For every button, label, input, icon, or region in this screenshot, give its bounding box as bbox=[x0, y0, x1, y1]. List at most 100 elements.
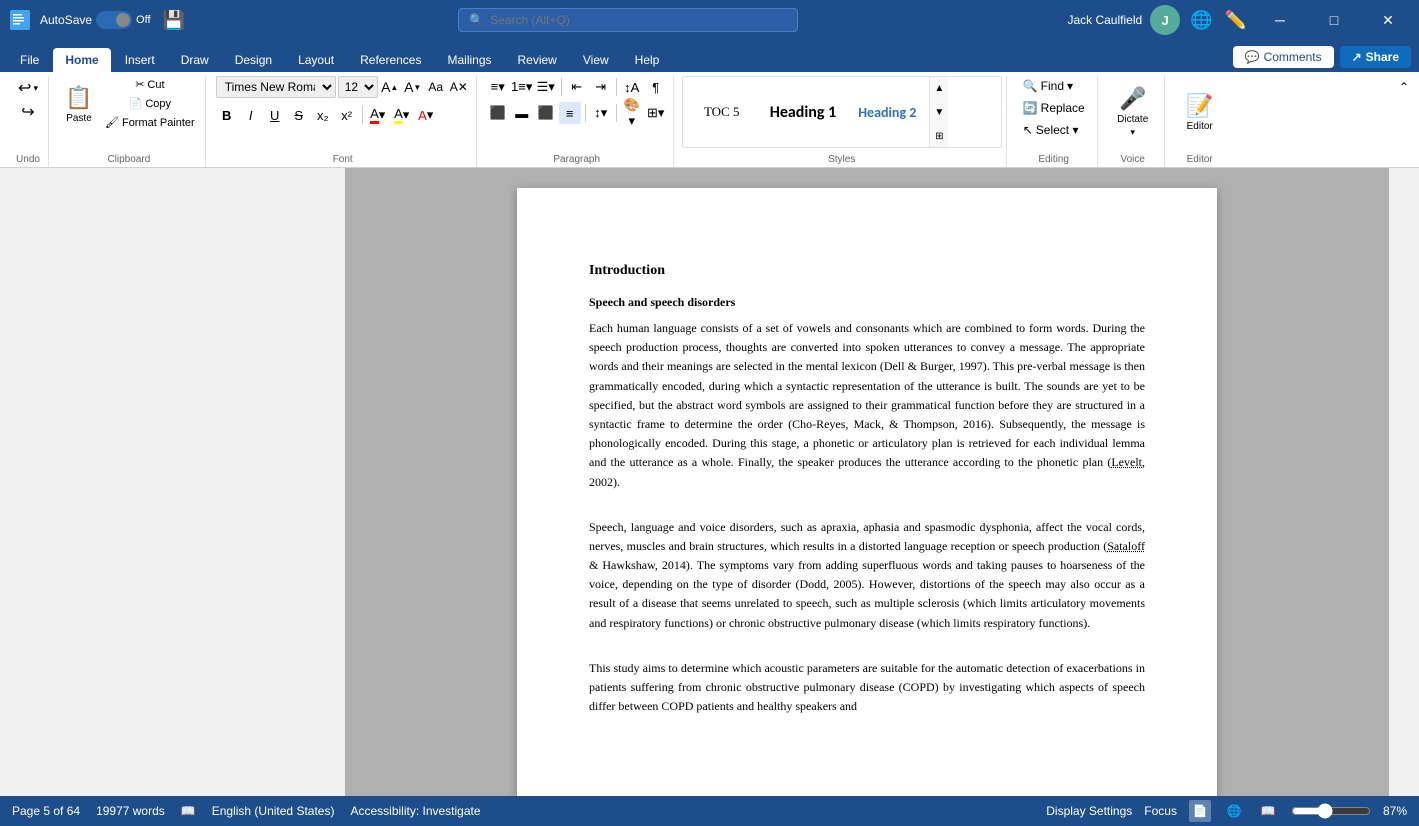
font-decrease-button[interactable]: A▼ bbox=[402, 76, 424, 98]
styles-group-label: Styles bbox=[682, 152, 1002, 167]
tab-mailings[interactable]: Mailings bbox=[435, 48, 503, 72]
dictate-button[interactable]: 🎤 Dictate ▾ bbox=[1108, 84, 1158, 140]
style-scroll-up[interactable]: ▲ bbox=[930, 76, 948, 100]
format-painter-button[interactable]: 🖌 Format Painter bbox=[101, 114, 199, 131]
tab-design[interactable]: Design bbox=[223, 48, 284, 72]
tab-review[interactable]: Review bbox=[506, 48, 569, 72]
clipboard-group-label: Clipboard bbox=[59, 152, 199, 167]
search-box[interactable]: 🔍 bbox=[458, 8, 798, 32]
numbering-button[interactable]: 1≡▾ bbox=[511, 76, 533, 98]
strikethrough-button[interactable]: S bbox=[288, 104, 310, 126]
doc-paragraph-2: Speech, language and voice disorders, su… bbox=[589, 518, 1145, 633]
focus-button[interactable]: Focus bbox=[1144, 804, 1177, 818]
borders-button[interactable]: ⊞▾ bbox=[645, 102, 667, 124]
font-group-label: Font bbox=[216, 152, 470, 167]
styles-group: TOC 5 Heading 1 Heading 2 ▲ ▼ ⊞ Styles bbox=[678, 76, 1007, 167]
align-right-button[interactable]: ⬛ bbox=[535, 102, 557, 124]
user-avatar[interactable]: J bbox=[1150, 5, 1180, 35]
web-layout-view-button[interactable]: 🌐 bbox=[1223, 800, 1245, 822]
left-panel bbox=[0, 168, 345, 796]
show-hide-button[interactable]: ¶ bbox=[645, 76, 667, 98]
pen-icon[interactable]: ✏️ bbox=[1223, 10, 1249, 31]
close-button[interactable]: ✕ bbox=[1365, 0, 1411, 40]
style-scroll-down[interactable]: ▼ bbox=[930, 100, 948, 124]
font-name-select[interactable]: Times New Roman Calibri Arial bbox=[216, 76, 336, 98]
style-expand[interactable]: ⊞ bbox=[930, 124, 948, 148]
font-increase-button[interactable]: A▲ bbox=[379, 76, 401, 98]
style-heading2[interactable]: Heading 2 bbox=[849, 82, 925, 142]
sort-button[interactable]: ↕A bbox=[621, 76, 643, 98]
doc-paragraph-3: This study aims to determine which acous… bbox=[589, 659, 1145, 717]
align-center-button[interactable]: ▬ bbox=[511, 102, 533, 124]
text-color-button[interactable]: A▾ bbox=[415, 104, 437, 126]
shading-button[interactable]: 🎨▾ bbox=[621, 102, 643, 124]
style-heading1[interactable]: Heading 1 bbox=[761, 82, 845, 142]
style-toc5[interactable]: TOC 5 bbox=[687, 82, 757, 142]
change-case-button[interactable]: Aa bbox=[425, 76, 447, 98]
collapse-ribbon-button[interactable]: ⌃ bbox=[1397, 76, 1411, 98]
language: English (United States) bbox=[212, 804, 335, 818]
undo-group: ↩ ▾ ↪ Undo bbox=[8, 76, 49, 167]
tab-layout[interactable]: Layout bbox=[286, 48, 346, 72]
font-group: Times New Roman Calibri Arial 1210111416… bbox=[210, 76, 477, 167]
decrease-indent-button[interactable]: ⇤ bbox=[566, 76, 588, 98]
italic-button[interactable]: I bbox=[240, 104, 262, 126]
copy-button[interactable]: 📄 Copy bbox=[101, 95, 199, 112]
minimize-button[interactable]: ─ bbox=[1257, 0, 1303, 40]
status-bar: Page 5 of 64 19977 words 📖 English (Unit… bbox=[0, 796, 1419, 826]
tab-insert[interactable]: Insert bbox=[113, 48, 167, 72]
tab-help[interactable]: Help bbox=[623, 48, 672, 72]
editing-group: 🔍 Find ▾ 🔄 Replace ↖ Select ▾ Editing bbox=[1011, 76, 1098, 167]
search-input[interactable] bbox=[490, 13, 787, 27]
title-right: Jack Caulfield J 🌐 ✏️ ─ □ ✕ bbox=[1067, 0, 1411, 40]
right-panel bbox=[1389, 168, 1419, 796]
align-left-button[interactable]: ⬛ bbox=[487, 102, 509, 124]
tab-draw[interactable]: Draw bbox=[169, 48, 221, 72]
undo-group-label: Undo bbox=[14, 152, 42, 167]
line-spacing-button[interactable]: ↕▾ bbox=[590, 102, 612, 124]
bold-button[interactable]: B bbox=[216, 104, 238, 126]
maximize-button[interactable]: □ bbox=[1311, 0, 1357, 40]
share-button[interactable]: ↗ Share bbox=[1340, 46, 1411, 68]
tab-home[interactable]: Home bbox=[53, 48, 110, 72]
tab-view[interactable]: View bbox=[571, 48, 621, 72]
zoom-slider[interactable] bbox=[1291, 803, 1371, 819]
justify-button[interactable]: ≡ bbox=[559, 102, 581, 124]
paste-button[interactable]: 📋 Paste bbox=[59, 76, 99, 132]
cut-button[interactable]: ✂ Cut bbox=[101, 76, 199, 93]
select-button[interactable]: ↖ Select ▾ bbox=[1017, 120, 1085, 140]
clipboard-group: 📋 Paste ✂ Cut 📄 Copy 🖌 Format Painter Cl… bbox=[53, 76, 206, 167]
editor-group: 📝 Editor Editor bbox=[1169, 76, 1231, 167]
doc-heading2: Speech and speech disorders bbox=[589, 293, 1145, 311]
editor-button[interactable]: 📝 Editor bbox=[1175, 84, 1225, 140]
font-color-button[interactable]: A▾ bbox=[367, 104, 389, 126]
title-bar: AutoSave Off 💾 Thesis - Compatibility Mo… bbox=[0, 0, 1419, 40]
print-layout-view-button[interactable]: 📄 bbox=[1189, 800, 1211, 822]
underline-button[interactable]: U bbox=[264, 104, 286, 126]
highlight-button[interactable]: A▾ bbox=[391, 104, 413, 126]
document-page: Introduction Speech and speech disorders… bbox=[517, 188, 1217, 796]
read-view-button[interactable]: 📖 bbox=[1257, 800, 1279, 822]
proofing-icon[interactable]: 📖 bbox=[181, 804, 196, 818]
redo-button[interactable]: ↪ bbox=[14, 100, 42, 124]
clear-format-button[interactable]: A✕ bbox=[448, 76, 470, 98]
autosave-toggle[interactable] bbox=[96, 11, 132, 29]
globe-icon[interactable]: 🌐 bbox=[1188, 10, 1214, 31]
multilevel-list-button[interactable]: ☰▾ bbox=[535, 76, 557, 98]
display-settings-button[interactable]: Display Settings bbox=[1046, 804, 1132, 818]
page-container[interactable]: Introduction Speech and speech disorders… bbox=[345, 168, 1389, 796]
save-icon[interactable]: 💾 bbox=[159, 10, 189, 31]
styles-scroll-area: TOC 5 Heading 1 Heading 2 ▲ ▼ ⊞ bbox=[682, 76, 1002, 148]
tab-references[interactable]: References bbox=[348, 48, 433, 72]
accessibility-info[interactable]: Accessibility: Investigate bbox=[350, 804, 480, 818]
undo-button[interactable]: ↩ ▾ bbox=[14, 76, 42, 100]
comments-button[interactable]: 💬 Comments bbox=[1233, 46, 1334, 68]
bullets-button[interactable]: ≡▾ bbox=[487, 76, 509, 98]
find-button[interactable]: 🔍 Find ▾ bbox=[1017, 76, 1079, 96]
replace-button[interactable]: 🔄 Replace bbox=[1017, 98, 1091, 118]
superscript-button[interactable]: x² bbox=[336, 104, 358, 126]
increase-indent-button[interactable]: ⇥ bbox=[590, 76, 612, 98]
font-size-select[interactable]: 1210111416 bbox=[338, 76, 378, 98]
subscript-button[interactable]: x₂ bbox=[312, 104, 334, 126]
tab-file[interactable]: File bbox=[8, 48, 51, 72]
